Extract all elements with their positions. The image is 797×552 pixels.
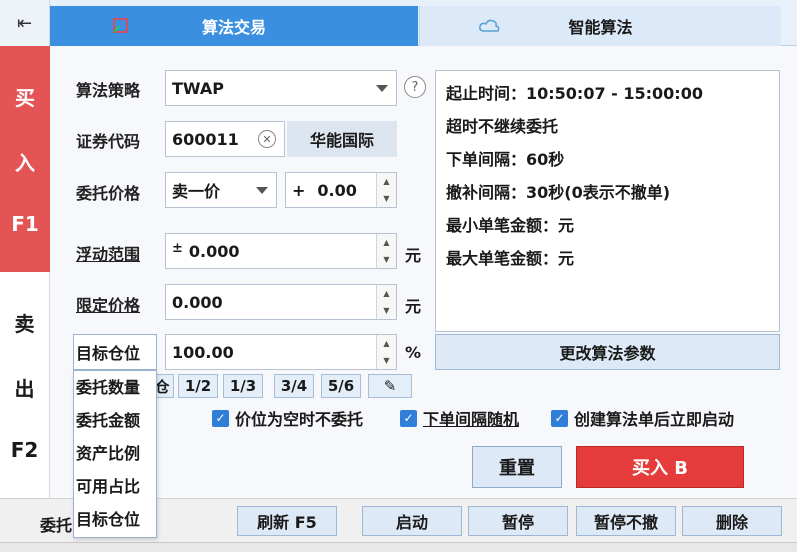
float-label[interactable]: 浮动范围: [76, 241, 140, 265]
check-icon: ✓: [551, 409, 568, 427]
clear-icon[interactable]: ✕: [258, 130, 276, 148]
side-buy-char1: 买: [15, 86, 35, 110]
price-offset-value: 0.00: [317, 180, 357, 200]
strategy-value: TWAP: [172, 78, 224, 98]
info-line: 最大单笔金额：元: [446, 249, 575, 268]
checkbox-random-interval[interactable]: ✓ 下单间隔随机: [400, 406, 519, 430]
reset-button[interactable]: 重置: [472, 446, 562, 488]
tab-algo-trade[interactable]: 算法交易: [50, 6, 418, 46]
refresh-button[interactable]: 刷新 F5: [237, 506, 337, 536]
price-label: 委托价格: [76, 184, 141, 203]
float-input[interactable]: ± 0.000 ▲ ▼: [165, 233, 397, 269]
side-sell-tab[interactable]: 卖 出 F2: [0, 272, 50, 498]
ratio-half-button[interactable]: 1/2: [178, 374, 218, 398]
stepper-icon[interactable]: ▲ ▼: [376, 234, 396, 268]
side-sell-char1: 卖: [14, 312, 35, 336]
algo-info-panel: 起止时间：10:50:07 - 15:00:00 超时不继续委托 下单间隔：60…: [435, 70, 780, 332]
dropdown-option[interactable]: 可用占比: [74, 470, 156, 503]
check-icon: ✓: [400, 409, 417, 427]
change-params-button[interactable]: 更改算法参数: [435, 334, 780, 370]
info-line: 起止时间：10:50:07 - 15:00:00: [446, 84, 703, 103]
target-type-dropdown: 委托数量 委托金额 资产比例 可用占比 目标仓位: [73, 370, 157, 538]
checkbox-auto-start[interactable]: ✓ 创建算法单后立即启动: [551, 406, 734, 430]
target-type-select[interactable]: 目标仓位: [73, 334, 157, 370]
start-button[interactable]: 启动: [362, 506, 462, 536]
limit-unit: 元: [405, 297, 422, 316]
dropdown-option[interactable]: 目标仓位: [74, 503, 156, 536]
target-unit: %: [405, 343, 422, 362]
pause-button[interactable]: 暂停: [468, 506, 568, 536]
side-buy-tab[interactable]: 买 入 F1: [0, 46, 50, 272]
edit-icon[interactable]: ✎: [368, 374, 412, 398]
target-value: 100.00: [172, 342, 234, 362]
side-sell-key: F2: [10, 438, 39, 462]
target-input[interactable]: 100.00 ▲ ▼: [165, 334, 397, 370]
ratio-third-button[interactable]: 1/3: [223, 374, 263, 398]
delete-button[interactable]: 删除: [682, 506, 782, 536]
pause-no-cancel-button[interactable]: 暂停不撤: [576, 506, 676, 536]
collapse-icon[interactable]: ⇤: [0, 0, 50, 46]
checkbox-skip-empty-price[interactable]: ✓ 价位为空时不委托: [212, 406, 363, 430]
cloud-icon: [479, 19, 500, 32]
info-line: 最小单笔金额：元: [446, 216, 575, 235]
ratio-three-quarter-button[interactable]: 3/4: [274, 374, 314, 398]
dropdown-option[interactable]: 委托数量: [74, 371, 156, 404]
price-sign: +: [292, 180, 306, 200]
float-unit: 元: [405, 246, 422, 265]
info-line: 下单间隔：60秒: [446, 150, 565, 169]
stepper-icon[interactable]: ▲ ▼: [376, 173, 396, 207]
price-type-value: 卖一价: [172, 182, 221, 201]
table-header: [0, 542, 797, 552]
info-line: 撤补间隔：30秒(0表示不撤单): [446, 183, 671, 202]
chevron-down-icon: [376, 85, 388, 92]
tab-algo-label: 算法交易: [201, 18, 266, 37]
tab-smart-algo[interactable]: 智能算法: [419, 6, 781, 46]
check-icon: ✓: [212, 409, 229, 427]
checkbox-label: 创建算法单后立即启动: [574, 410, 735, 429]
algo-icon: [113, 18, 128, 33]
stepper-icon[interactable]: ▲ ▼: [376, 335, 396, 369]
chevron-down-icon: [256, 187, 268, 194]
toolbar-label: 委托: [40, 516, 73, 535]
help-icon[interactable]: ?: [404, 76, 426, 98]
code-value: 600011: [172, 129, 239, 149]
float-sign: ±: [172, 240, 183, 256]
limit-input[interactable]: 0.000 ▲ ▼: [165, 284, 397, 320]
code-input[interactable]: 600011 ✕: [165, 121, 285, 157]
dropdown-option[interactable]: 资产比例: [74, 437, 156, 470]
strategy-label: 算法策略: [76, 81, 141, 100]
checkbox-label: 价位为空时不委托: [235, 410, 364, 429]
dropdown-option[interactable]: 委托金额: [74, 404, 156, 437]
side-sell-char2: 出: [14, 377, 35, 401]
stepper-icon[interactable]: ▲ ▼: [376, 285, 396, 319]
limit-value: 0.000: [172, 292, 223, 312]
tab-smart-label: 智能算法: [568, 18, 633, 37]
float-value: 0.000: [188, 241, 240, 261]
strategy-select[interactable]: TWAP: [165, 70, 397, 106]
side-buy-key: F1: [11, 212, 39, 236]
limit-label[interactable]: 限定价格: [76, 292, 140, 316]
checkbox-label: 下单间隔随机: [423, 410, 520, 429]
info-line: 超时不继续委托: [446, 117, 559, 136]
buy-button[interactable]: 买入 B: [576, 446, 744, 488]
stock-name: 华能国际: [287, 121, 397, 157]
ratio-five-sixth-button[interactable]: 5/6: [321, 374, 361, 398]
price-offset-input[interactable]: + 0.00 ▲ ▼: [285, 172, 397, 208]
side-buy-char2: 入: [15, 151, 35, 175]
code-label: 证券代码: [76, 132, 141, 151]
price-type-select[interactable]: 卖一价: [165, 172, 277, 208]
